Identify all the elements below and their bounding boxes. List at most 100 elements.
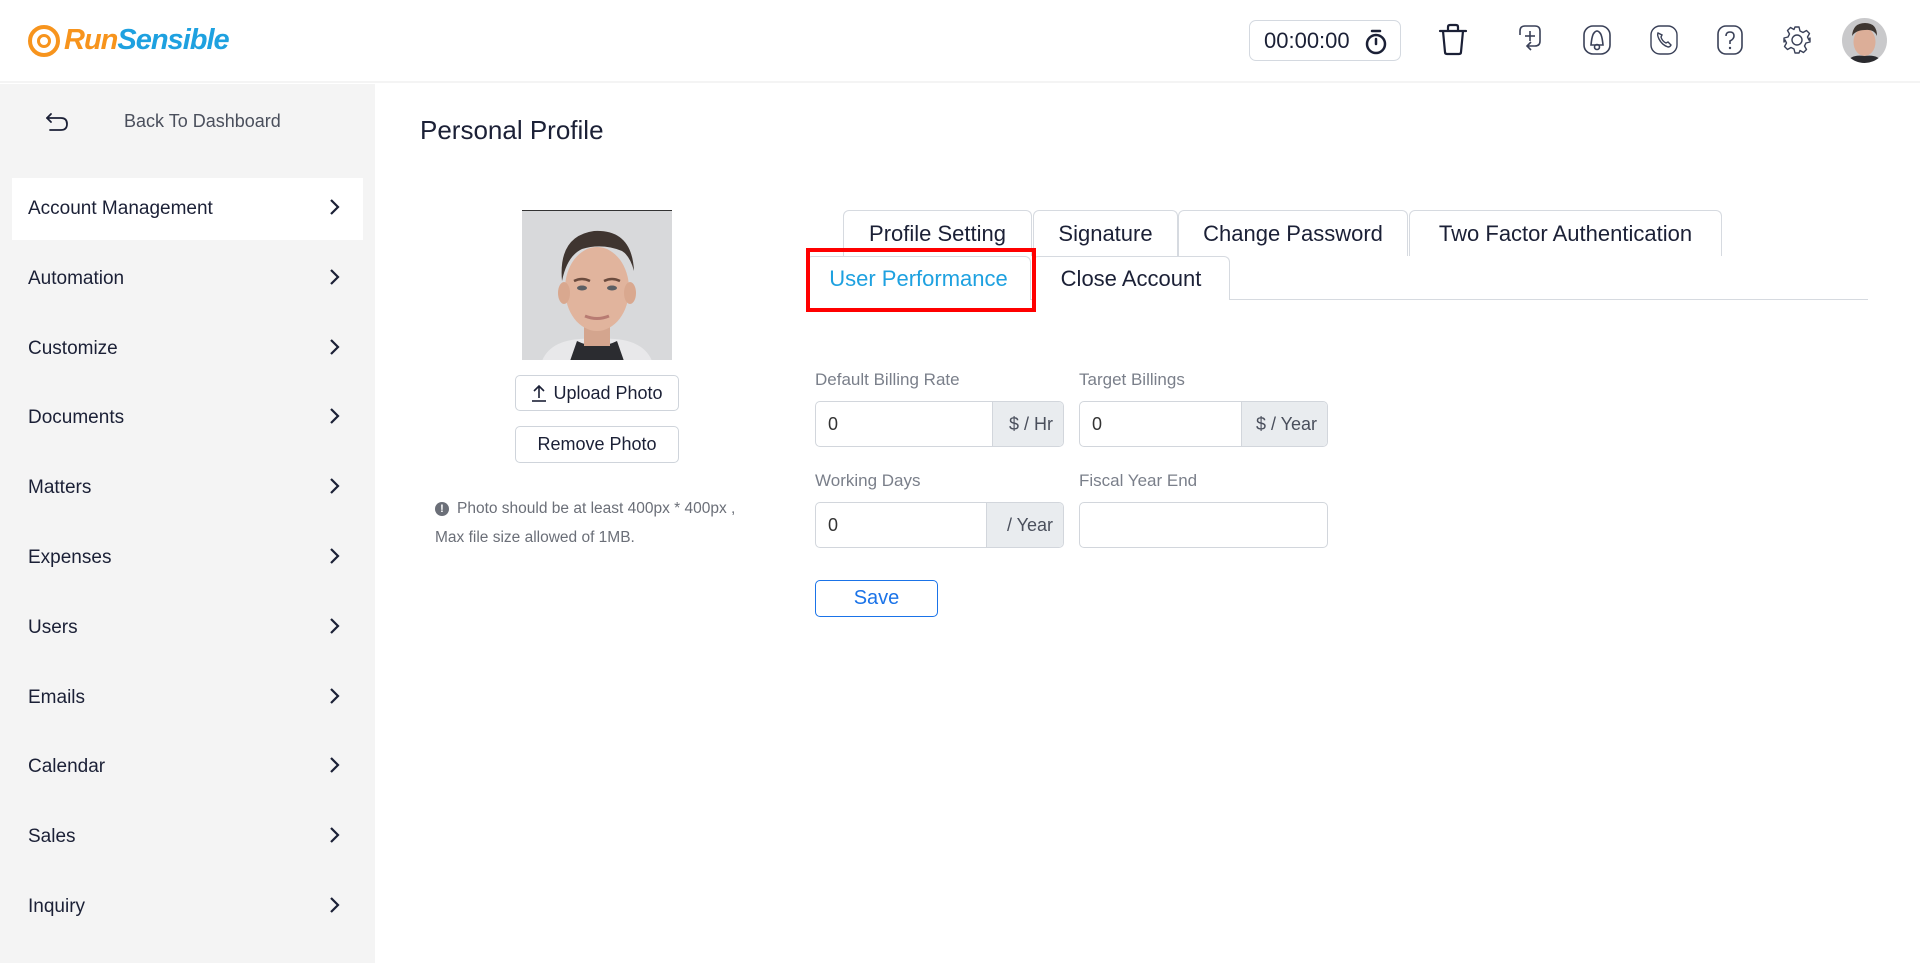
add-task-icon <box>1519 25 1541 51</box>
sidebar-item-label: Matters <box>28 477 92 499</box>
working-days-label: Working Days <box>815 471 921 490</box>
tab-label: Profile Setting <box>869 220 1006 246</box>
tab-label: Close Account <box>1060 265 1202 291</box>
chevron-right-icon <box>330 618 340 634</box>
sidebar-item-account-management[interactable]: Account Management <box>12 178 363 240</box>
billing-rate-group: $ / Hr <box>815 401 1064 447</box>
logo-text: RunSensible <box>64 24 230 57</box>
photo-requirements-note: ! Photo should be at least 400px * 400px … <box>435 494 755 552</box>
tab-close-account[interactable]: Close Account <box>1032 256 1230 300</box>
sidebar-item-label: Sales <box>28 826 76 848</box>
back-to-dashboard-link[interactable]: Back To Dashboard <box>0 84 375 158</box>
target-billings-addon: $ / Year <box>1241 402 1327 446</box>
chevron-right-icon <box>330 548 340 564</box>
save-button[interactable]: Save <box>815 580 938 617</box>
logo-icon <box>28 24 60 57</box>
sidebar-item-customize[interactable]: Customize <box>12 318 363 380</box>
sidebar-item-label: Inquiry <box>28 895 86 917</box>
avatar-image <box>1842 18 1887 63</box>
profile-photo <box>522 210 672 360</box>
help-button[interactable] <box>1712 22 1748 58</box>
runsensible-logo[interactable]: RunSensible <box>28 24 230 57</box>
upload-icon <box>532 384 547 402</box>
info-icon: ! <box>435 502 449 516</box>
chevron-right-icon <box>330 269 340 285</box>
tab-label: Change Password <box>1203 220 1383 246</box>
sidebar-item-expenses[interactable]: Expenses <box>12 527 363 589</box>
working-days-group: / Year <box>815 502 1064 548</box>
stopwatch-icon[interactable] <box>1364 29 1388 55</box>
back-arrow-icon <box>46 113 68 131</box>
working-days-input[interactable] <box>816 503 986 547</box>
billing-rate-label: Default Billing Rate <box>815 370 960 389</box>
notifications-button[interactable] <box>1579 22 1615 58</box>
billing-rate-input[interactable] <box>816 402 992 446</box>
fiscal-year-end-group <box>1079 502 1328 548</box>
trash-button[interactable] <box>1435 22 1471 58</box>
sidebar-item-label: Expenses <box>28 546 112 568</box>
tab-label: User Performance <box>829 265 1008 291</box>
remove-photo-button[interactable]: Remove Photo <box>515 426 679 463</box>
bell-icon <box>1583 25 1611 55</box>
sidebar-item-emails[interactable]: Emails <box>12 667 363 729</box>
sidebar-item-label: Emails <box>28 686 86 708</box>
sidebar-item-sales[interactable]: Sales <box>12 806 363 868</box>
settings-button[interactable] <box>1779 22 1815 58</box>
billing-rate-addon: $ / Hr <box>992 402 1063 446</box>
tab-label: Signature <box>1058 220 1153 246</box>
gear-icon <box>1783 26 1811 54</box>
chevron-right-icon <box>330 478 340 494</box>
photo-note-line2: Max file size allowed of 1MB. <box>435 529 635 546</box>
top-header: RunSensible 00:00:00 <box>0 0 1920 83</box>
logo-text-run: Run <box>64 24 118 56</box>
back-to-dashboard-label: Back To Dashboard <box>124 111 281 131</box>
phone-icon <box>1650 25 1678 55</box>
upload-photo-button[interactable]: Upload Photo <box>515 375 679 411</box>
sidebar-item-label: Automation <box>28 267 125 289</box>
sidebar-item-label: Account Management <box>28 198 213 219</box>
trash-icon <box>1438 23 1468 56</box>
phone-button[interactable] <box>1646 22 1682 58</box>
sidebar-item-matters[interactable]: Matters <box>12 457 363 519</box>
working-days-addon: / Year <box>986 503 1063 547</box>
target-billings-label: Target Billings <box>1079 370 1185 389</box>
sidebar-item-inquiry[interactable]: Inquiry <box>12 876 363 938</box>
tab-label: Two Factor Authentication <box>1438 220 1693 246</box>
chevron-right-icon <box>330 757 340 774</box>
page-title: Personal Profile <box>420 115 604 145</box>
timer-widget[interactable]: 00:00:00 <box>1249 20 1401 61</box>
help-icon <box>1717 25 1743 55</box>
tab-user-performance[interactable]: User Performance <box>806 256 1031 300</box>
target-billings-input[interactable] <box>1080 402 1241 446</box>
sidebar-item-label: Calendar <box>28 756 106 778</box>
sidebar-item-label: Customize <box>28 337 118 359</box>
fiscal-year-end-input[interactable] <box>1080 503 1327 547</box>
chevron-right-icon <box>330 687 340 704</box>
timer-value: 00:00:00 <box>1264 27 1350 53</box>
sidebar-nav: Account Management Automation Customize … <box>12 178 363 946</box>
tab-signature[interactable]: Signature <box>1033 210 1178 256</box>
chevron-right-icon <box>330 827 340 843</box>
photo-note-line1: Photo should be at least 400px * 400px , <box>457 500 736 517</box>
sidebar-item-automation[interactable]: Automation <box>12 248 363 310</box>
remove-photo-label: Remove Photo <box>537 434 657 454</box>
chevron-right-icon <box>330 408 340 425</box>
target-billings-group: $ / Year <box>1079 401 1328 447</box>
profile-photo-image <box>522 211 672 360</box>
sidebar-item-documents[interactable]: Documents <box>12 387 363 449</box>
tab-change-password[interactable]: Change Password <box>1178 210 1408 256</box>
sidebar-item-users[interactable]: Users <box>12 597 363 659</box>
sidebar-item-calendar[interactable]: Calendar <box>12 736 363 798</box>
add-task-button[interactable] <box>1512 22 1548 58</box>
sidebar-item-label: Documents <box>28 407 125 429</box>
sidebar-item-label: Users <box>28 616 78 638</box>
fiscal-year-end-label: Fiscal Year End <box>1079 471 1198 490</box>
upload-photo-label: Upload Photo <box>553 382 663 403</box>
user-avatar[interactable] <box>1842 18 1887 63</box>
tab-profile-setting[interactable]: Profile Setting <box>843 210 1032 256</box>
chevron-right-icon <box>330 338 340 355</box>
sidebar: Back To Dashboard Account Management Aut… <box>0 84 375 963</box>
logo-text-sensible: Sensible <box>117 24 229 56</box>
chevron-right-icon <box>330 199 340 215</box>
tab-two-factor-authentication[interactable]: Two Factor Authentication <box>1409 210 1722 256</box>
